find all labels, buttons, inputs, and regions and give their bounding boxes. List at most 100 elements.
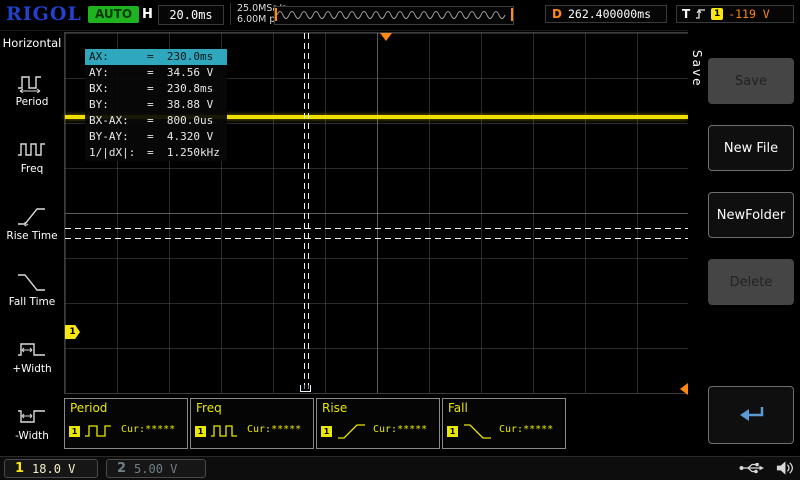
speaker-icon: [776, 461, 793, 475]
preview-wave-icon: [276, 11, 506, 19]
channel1-marker: 1: [65, 325, 80, 339]
back-button[interactable]: [708, 386, 794, 444]
measure-menu-title: Horizontal: [2, 36, 62, 50]
cursor-row-label: AY:: [89, 66, 109, 79]
menu-item-label: Freq: [20, 163, 44, 175]
save-button[interactable]: Save: [708, 58, 794, 104]
measure-cur: Cur:*****: [373, 424, 428, 435]
fall-icon: [464, 424, 491, 439]
cursor-row-value: = 4.320 V: [147, 130, 214, 143]
cursor-row-value: = 800.0us: [147, 114, 214, 127]
cursor-by-line[interactable]: [65, 238, 688, 239]
menu-item-label: Fall Time: [8, 296, 56, 309]
cursor-ax-line[interactable]: [304, 33, 305, 393]
trigger-source-chip: 1: [711, 8, 724, 20]
menu-item-label: -Width: [15, 429, 49, 442]
menu-item-rise-time[interactable]: Rise Time: [0, 189, 64, 256]
cursor-row-value: = 230.8ms: [147, 82, 214, 95]
rise-time-icon: [15, 204, 49, 228]
menu-item-minus-width[interactable]: -Width: [0, 389, 64, 456]
top-status-bar: RIGOL AUTO H 20.0ms 25.0MSa/s 6.00M pts …: [0, 0, 800, 31]
cursor-ay-line[interactable]: [65, 228, 688, 229]
graticule: 1 AX: = 230.0ms AY: = 34.56 V BX: = 230.…: [64, 32, 689, 395]
cursor-row-bx: BX: = 230.8ms: [85, 81, 227, 97]
measure-cur: Cur:*****: [499, 424, 554, 435]
measure-cur: Cur:*****: [121, 424, 176, 435]
measure-panel-fall: Fall 1 Cur:***** Avg:***** Max:***** Min…: [442, 398, 566, 470]
cursor-row-value: = 1.250kHz: [147, 146, 220, 159]
panel-icon-row: 1: [69, 421, 117, 441]
cursor-bx-line[interactable]: [308, 33, 309, 393]
channel-badge: 1: [321, 425, 332, 437]
horizontal-scale-label: H: [142, 7, 153, 22]
trigger-info-group: T 1 -119 V: [676, 5, 794, 23]
panel-title: Rise: [322, 401, 348, 415]
statusbar-icons: [739, 460, 794, 476]
new-folder-button[interactable]: NewFolder: [708, 192, 794, 238]
measure-cur: Cur:*****: [247, 424, 302, 435]
plus-width-icon: [15, 337, 49, 361]
cursor-row-ay: AY: = 34.56 V: [85, 65, 227, 81]
cursor-row-label: BY:: [89, 98, 109, 111]
freq-icon: [211, 425, 237, 437]
trigger-level-value: -119 V: [728, 7, 770, 21]
menu-item-plus-width[interactable]: +Width: [0, 323, 64, 390]
freq-icon: [15, 137, 49, 161]
cursor-row-label: BY-AY:: [89, 130, 129, 143]
channel2-status[interactable]: 2 5.00 V: [106, 459, 206, 478]
channel1-scale: 18.0 V: [32, 461, 76, 476]
center-horizontal-gridline: [65, 213, 688, 214]
waveform-memory-preview: [274, 6, 514, 25]
acquisition-status-badge: AUTO: [88, 6, 140, 23]
channel2-number: 2: [117, 461, 127, 476]
cursor-row-value: = 230.0ms: [147, 50, 214, 63]
panel-title: Fall: [448, 401, 468, 415]
delay-value: 262.400000ms: [567, 7, 652, 21]
channel-badge: 1: [447, 425, 458, 437]
delay-label: D: [552, 7, 562, 21]
usb-icon: [739, 463, 764, 474]
menu-item-label: Rise Time: [6, 229, 58, 242]
cursor-row-inv-dx: 1/|dX|: = 1.250kHz: [85, 145, 227, 161]
channel1-status[interactable]: 1 18.0 V: [4, 459, 98, 478]
panel-title: Period: [70, 401, 108, 415]
period-icon: [15, 70, 49, 94]
menu-tab-save: Save: [690, 50, 704, 88]
cursor-handle[interactable]: [300, 385, 311, 392]
delete-button[interactable]: Delete: [708, 259, 794, 305]
preview-window-right-marker: [511, 8, 513, 21]
return-arrow-icon: [740, 407, 764, 421]
bottom-status-bar: 1 18.0 V 2 5.00 V: [0, 456, 800, 480]
measure-panel-rise: Rise 1 Cur:***** Avg:***** Max:***** Min…: [316, 398, 440, 470]
menu-item-fall-time[interactable]: Fall Time: [0, 256, 64, 323]
rigol-logo: RIGOL: [6, 3, 82, 25]
menu-item-label: Period: [15, 96, 49, 109]
cursor-row-by-ay: BY-AY: = 4.320 V: [85, 129, 227, 145]
trigger-delay-group: D 262.400000ms: [545, 5, 667, 23]
softkey-menu: Save Save New File NewFolder Delete: [688, 30, 800, 456]
rise-icon: [338, 424, 365, 439]
channel1-number: 1: [15, 461, 25, 476]
cursor-row-label: BX-AX:: [89, 114, 129, 127]
menu-item-freq[interactable]: Freq: [0, 123, 64, 190]
measurement-strip: Period 1 Cur:***** Avg:***** Max:***** M…: [64, 396, 689, 470]
trigger-level-icon: [680, 383, 688, 395]
menu-item-period[interactable]: Period: [0, 56, 64, 123]
cursor-row-label: 1/|dX|:: [89, 146, 136, 159]
cursor-row-label: AX:: [89, 50, 109, 63]
cursor-row-value: = 38.88 V: [147, 98, 214, 111]
oscilloscope-screen: RIGOL AUTO H 20.0ms 25.0MSa/s 6.00M pts …: [0, 0, 800, 480]
fall-time-icon: [15, 270, 49, 294]
cursor-row-label: BX:: [89, 82, 109, 95]
channel-badge: 1: [69, 425, 80, 437]
new-file-button[interactable]: New File: [708, 125, 794, 171]
trigger-label: T: [682, 7, 691, 21]
period-icon: [85, 425, 111, 437]
horizontal-scale-value: 20.0ms: [158, 5, 224, 25]
panel-icon-row: 1: [447, 421, 495, 441]
channel-badge: 1: [195, 425, 206, 437]
cursor-row-by: BY: = 38.88 V: [85, 97, 227, 113]
panel-icon-row: 1: [321, 421, 369, 441]
panel-title: Freq: [196, 401, 222, 415]
cursor-row-bx-ax: BX-AX: = 800.0us: [85, 113, 227, 129]
